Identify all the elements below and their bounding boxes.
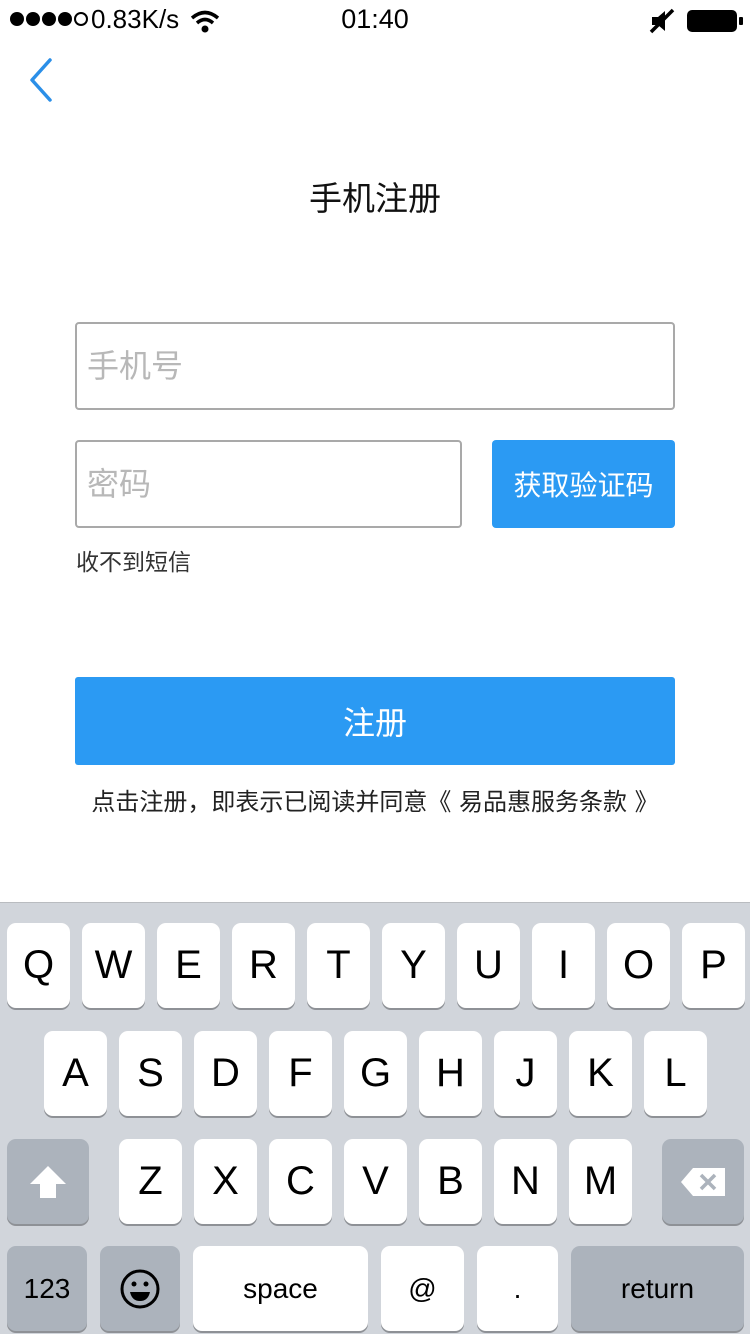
key-c[interactable]: C xyxy=(269,1139,332,1224)
delete-key[interactable] xyxy=(662,1139,744,1224)
key-y[interactable]: Y xyxy=(382,923,445,1008)
agreement-text[interactable]: 点击注册，即表示已阅读并同意《 易品惠服务条款 》 xyxy=(0,782,750,817)
key-w[interactable]: W xyxy=(82,923,145,1008)
key-n[interactable]: N xyxy=(494,1139,557,1224)
shift-key[interactable] xyxy=(7,1139,89,1224)
emoji-icon xyxy=(120,1269,160,1308)
register-button[interactable]: 注册 xyxy=(75,677,675,765)
key-g[interactable]: G xyxy=(344,1031,407,1116)
key-m[interactable]: M xyxy=(569,1139,632,1224)
key-x[interactable]: X xyxy=(194,1139,257,1224)
at-key[interactable]: @ xyxy=(381,1246,464,1331)
key-e[interactable]: E xyxy=(157,923,220,1008)
key-l[interactable]: L xyxy=(644,1031,707,1116)
key-p[interactable]: P xyxy=(682,923,745,1008)
key-t[interactable]: T xyxy=(307,923,370,1008)
back-button[interactable] xyxy=(22,56,62,106)
key-d[interactable]: D xyxy=(194,1031,257,1116)
key-f[interactable]: F xyxy=(269,1031,332,1116)
key-b[interactable]: B xyxy=(419,1139,482,1224)
shift-arrow-icon xyxy=(30,1165,66,1198)
key-u[interactable]: U xyxy=(457,923,520,1008)
mute-icon xyxy=(649,8,675,34)
key-i[interactable]: I xyxy=(532,923,595,1008)
status-bar: 0.83K/s 01:40 xyxy=(0,0,750,42)
key-k[interactable]: K xyxy=(569,1031,632,1116)
key-z[interactable]: Z xyxy=(119,1139,182,1224)
no-sms-link[interactable]: 收不到短信 xyxy=(76,543,191,577)
password-input[interactable] xyxy=(75,440,462,528)
key-r[interactable]: R xyxy=(232,923,295,1008)
keyboard: Q W E R T Y U I O P A S D F G H J K L Z … xyxy=(0,902,750,1334)
numbers-key[interactable]: 123 xyxy=(7,1246,87,1331)
get-code-button[interactable]: 获取验证码 xyxy=(492,440,675,528)
space-key[interactable]: space xyxy=(193,1246,368,1331)
key-q[interactable]: Q xyxy=(7,923,70,1008)
battery-icon xyxy=(687,10,743,32)
return-key[interactable]: return xyxy=(571,1246,744,1331)
page-title: 手机注册 xyxy=(309,179,441,218)
key-j[interactable]: J xyxy=(494,1031,557,1116)
key-o[interactable]: O xyxy=(607,923,670,1008)
backspace-icon xyxy=(681,1167,725,1196)
phone-input[interactable] xyxy=(75,322,675,410)
emoji-key[interactable] xyxy=(100,1246,180,1331)
key-a[interactable]: A xyxy=(44,1031,107,1116)
key-h[interactable]: H xyxy=(419,1031,482,1116)
status-time: 01:40 xyxy=(341,4,409,34)
key-s[interactable]: S xyxy=(119,1031,182,1116)
key-v[interactable]: V xyxy=(344,1139,407,1224)
chevron-left-icon xyxy=(30,58,52,102)
dot-key[interactable]: . xyxy=(477,1246,558,1331)
